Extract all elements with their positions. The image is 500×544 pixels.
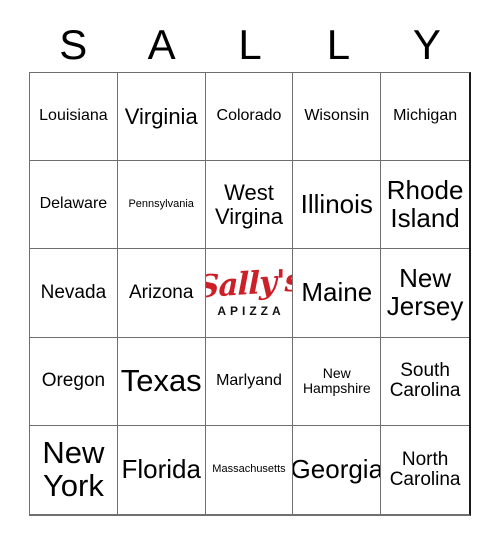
- bingo-cell[interactable]: Pennsylvania: [117, 161, 206, 250]
- bingo-cell-label: West Virgina: [214, 180, 284, 229]
- bingo-cell-label: Oregon: [41, 370, 106, 392]
- bingo-cell-label: Texas: [120, 362, 202, 398]
- header-letter-1: A: [147, 21, 176, 68]
- bingo-cell[interactable]: Virginia: [117, 73, 206, 162]
- bingo-cell-label: Illinois: [300, 189, 373, 220]
- header-letter-3: L: [326, 21, 351, 68]
- bingo-cell[interactable]: New Jersey: [381, 249, 469, 338]
- bingo-cell-label: New York: [42, 435, 105, 503]
- bingo-cell-label: Marlyand: [216, 371, 282, 389]
- bingo-cell-label: New Jersey: [386, 263, 464, 321]
- bingo-cell-label: North Carolina: [389, 448, 461, 490]
- bingo-cell[interactable]: New York: [30, 425, 118, 514]
- bingo-cell[interactable]: New Hampshire: [293, 337, 382, 426]
- bingo-cell[interactable]: Illinois: [293, 161, 382, 250]
- bingo-cell-label: New Hampshire: [302, 365, 371, 397]
- bingo-cell-label: Wisonsin: [304, 107, 370, 125]
- bingo-cell-label: Rhode Island: [386, 175, 464, 233]
- bingo-cell[interactable]: South Carolina: [381, 337, 469, 426]
- bingo-cell-label: Pennsylvania: [128, 197, 194, 210]
- bingo-cell[interactable]: Michigan: [381, 73, 469, 162]
- bingo-cell[interactable]: Wisonsin: [293, 73, 382, 162]
- bingo-cell[interactable]: Arizona: [117, 249, 206, 338]
- sallys-logo-script: Sally's: [205, 262, 294, 306]
- header-letter-0: S: [59, 21, 88, 68]
- bingo-cell[interactable]: Louisiana: [30, 73, 118, 162]
- bingo-cell-label: Massachusetts: [212, 463, 286, 476]
- bingo-cell[interactable]: Marlyand: [205, 337, 294, 426]
- bingo-cell[interactable]: Rhode Island: [381, 161, 469, 250]
- bingo-card: S A L L Y Louisiana Virginia Colorado Wison…: [0, 0, 500, 544]
- bingo-free-space-cell[interactable]: Sally's APIZZA: [205, 249, 294, 338]
- bingo-cell-label: South Carolina: [389, 360, 461, 402]
- bingo-grid: Louisiana Virginia Colorado Wisonsin Michiga…: [29, 72, 471, 516]
- bingo-cell-label: Michigan: [393, 107, 458, 125]
- bingo-cell[interactable]: Colorado: [205, 73, 294, 162]
- bingo-cell[interactable]: Nevada: [30, 249, 118, 338]
- bingo-cell-label: Colorado: [216, 107, 282, 125]
- sallys-logo-apizza: APIZZA: [217, 303, 285, 318]
- bingo-cell[interactable]: Maine: [293, 249, 382, 338]
- bingo-cell[interactable]: Georgia: [293, 425, 382, 514]
- bingo-cell[interactable]: North Carolina: [381, 425, 469, 514]
- bingo-cell[interactable]: Delaware: [30, 161, 118, 250]
- header-letter-4: Y: [412, 21, 441, 68]
- bingo-cell[interactable]: Texas: [117, 337, 206, 426]
- bingo-cell-label: Louisiana: [39, 107, 108, 125]
- bingo-cell-label: Georgia: [293, 454, 382, 485]
- bingo-cell[interactable]: Oregon: [30, 337, 118, 426]
- header-letter-2: L: [238, 21, 262, 68]
- bingo-cell-label: Maine: [301, 277, 373, 308]
- bingo-header: S A L L Y: [29, 18, 471, 72]
- bingo-cell-label: Virginia: [124, 103, 198, 129]
- bingo-cell-label: Nevada: [40, 281, 107, 303]
- bingo-cell-label: Florida: [121, 454, 201, 485]
- bingo-cell[interactable]: West Virgina: [205, 161, 294, 250]
- bingo-cell[interactable]: Florida: [117, 425, 206, 514]
- bingo-cell-label: Arizona: [128, 281, 194, 303]
- bingo-cell-label: Delaware: [39, 195, 108, 213]
- bingo-cell[interactable]: Massachusetts: [205, 425, 294, 514]
